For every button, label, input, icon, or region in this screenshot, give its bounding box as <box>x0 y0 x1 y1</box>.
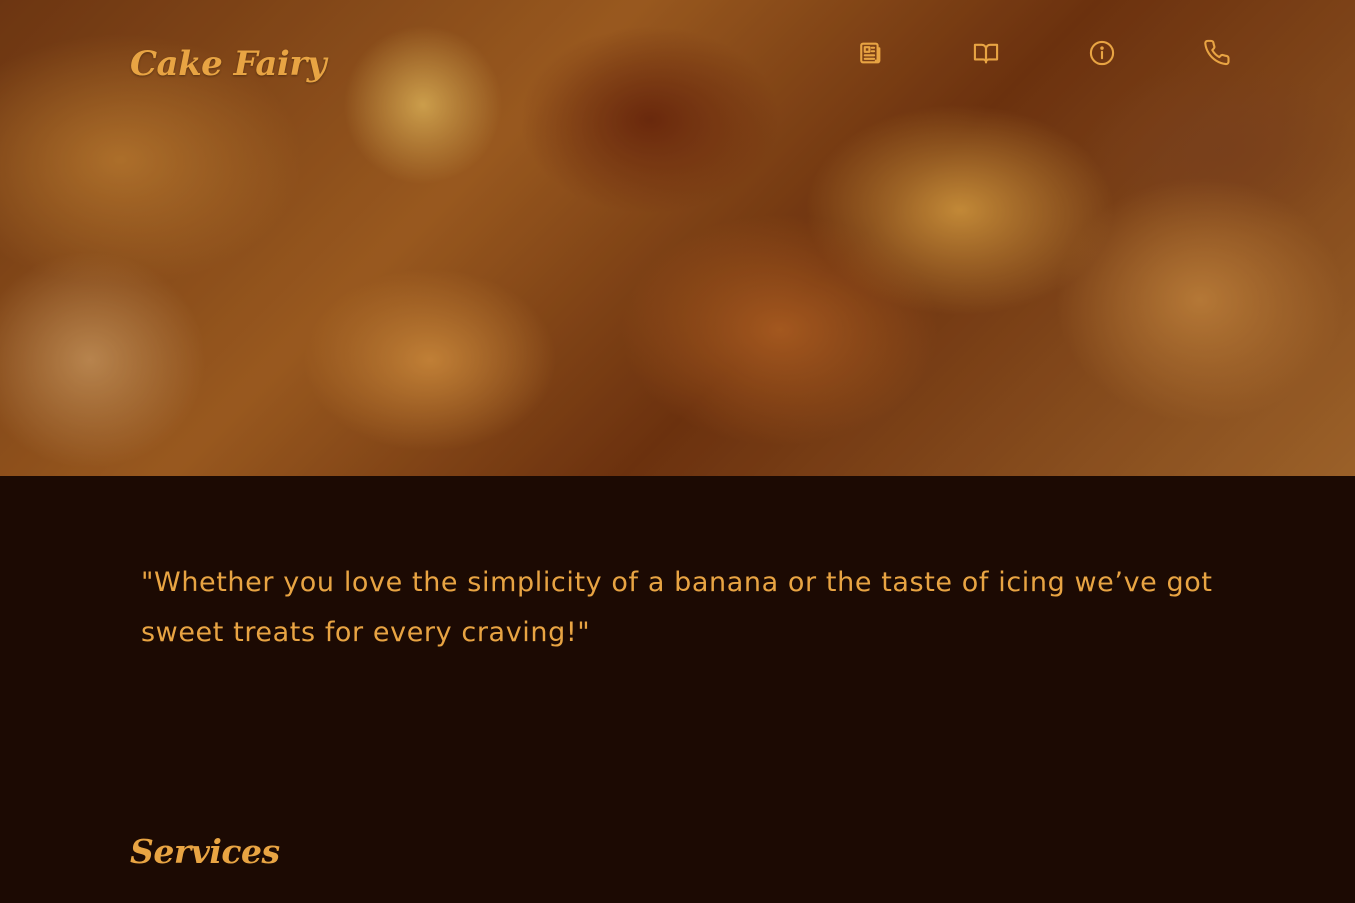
hero-banner: Cake Fairy <box>0 0 1355 476</box>
main-nav <box>855 38 1233 68</box>
nav-about-button[interactable] <box>1087 38 1117 68</box>
services-heading: Services <box>130 832 280 871</box>
brand-logo[interactable]: Cake Fairy <box>130 44 327 84</box>
book-icon <box>973 43 999 64</box>
nav-news-button[interactable] <box>855 38 885 68</box>
newspaper-icon <box>860 42 881 64</box>
nav-menu-button[interactable] <box>971 38 1001 68</box>
info-icon <box>1089 40 1115 66</box>
intro-quote: "Whether you love the simplicity of a ba… <box>141 567 1213 648</box>
nav-contact-button[interactable] <box>1203 38 1233 68</box>
phone-icon <box>1204 39 1230 66</box>
